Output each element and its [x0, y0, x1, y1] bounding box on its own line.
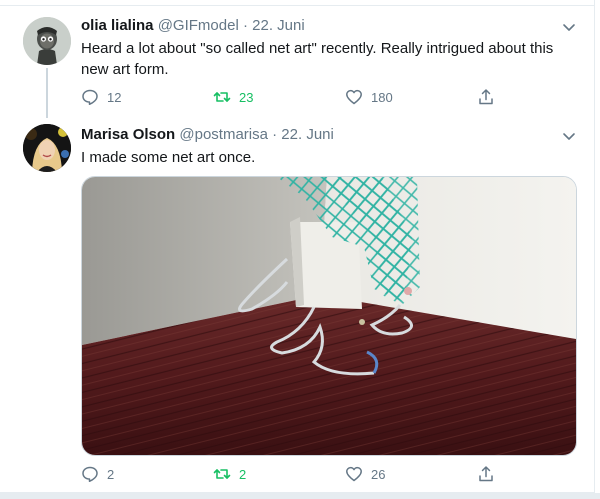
retweet-icon	[213, 469, 231, 479]
tweet-media-photo[interactable]	[81, 176, 577, 456]
tweet-text-line: Heard a lot about "so called net art" re…	[81, 40, 554, 57]
tweet-actions: 2 2 26	[81, 465, 501, 485]
retweet-icon	[213, 92, 231, 102]
bottom-divider	[0, 493, 600, 499]
like-button[interactable]: 26	[345, 465, 385, 483]
like-count: 26	[371, 466, 386, 482]
heart-icon	[346, 89, 362, 105]
avatar-image	[23, 17, 71, 65]
top-divider	[0, 5, 594, 6]
share-icon	[479, 466, 493, 482]
share-icon	[479, 89, 493, 105]
avatar-olia[interactable]	[23, 17, 71, 65]
thread-connector	[46, 68, 48, 118]
chevron-down-icon[interactable]	[560, 127, 578, 145]
tweet-text: Heard a lot about "so called net art" re…	[81, 38, 581, 80]
tweet-text: I made some net art once.	[81, 149, 256, 166]
reply-button[interactable]: 2	[81, 465, 114, 483]
author-name[interactable]: olia lialina	[81, 17, 154, 34]
retweet-button[interactable]: 2	[213, 465, 246, 483]
share-button[interactable]	[477, 88, 503, 106]
retweet-button[interactable]: 23	[213, 88, 253, 106]
net-art-photo	[82, 177, 576, 455]
reply-icon	[82, 466, 98, 483]
like-button[interactable]: 180	[345, 88, 393, 106]
avatar-image	[23, 124, 71, 172]
author-name[interactable]: Marisa Olson	[81, 126, 175, 143]
tweet-text-line: new art form.	[81, 61, 169, 78]
tweet-header: olia lialina @GIFmodel · 22. Juni	[81, 16, 305, 36]
retweet-count: 23	[239, 89, 254, 105]
author-handle[interactable]: @GIFmodel	[158, 17, 239, 34]
chevron-down-icon[interactable]	[560, 18, 578, 36]
tweet-date[interactable]: · 22. Juni	[272, 126, 334, 143]
share-button[interactable]	[477, 465, 503, 483]
like-count: 180	[371, 89, 393, 105]
avatar-marisa[interactable]	[23, 124, 71, 172]
heart-icon	[346, 466, 362, 482]
reply-count: 12	[107, 89, 122, 105]
tweet-actions: 12 23 180	[81, 88, 501, 108]
reply-button[interactable]: 12	[81, 88, 121, 106]
reply-icon	[82, 89, 98, 106]
reply-count: 2	[107, 466, 115, 482]
tweet-date[interactable]: · 22. Juni	[243, 17, 305, 34]
author-handle[interactable]: @postmarisa	[179, 126, 268, 143]
retweet-count: 2	[239, 466, 247, 482]
tweet-header: Marisa Olson @postmarisa · 22. Juni	[81, 125, 334, 145]
